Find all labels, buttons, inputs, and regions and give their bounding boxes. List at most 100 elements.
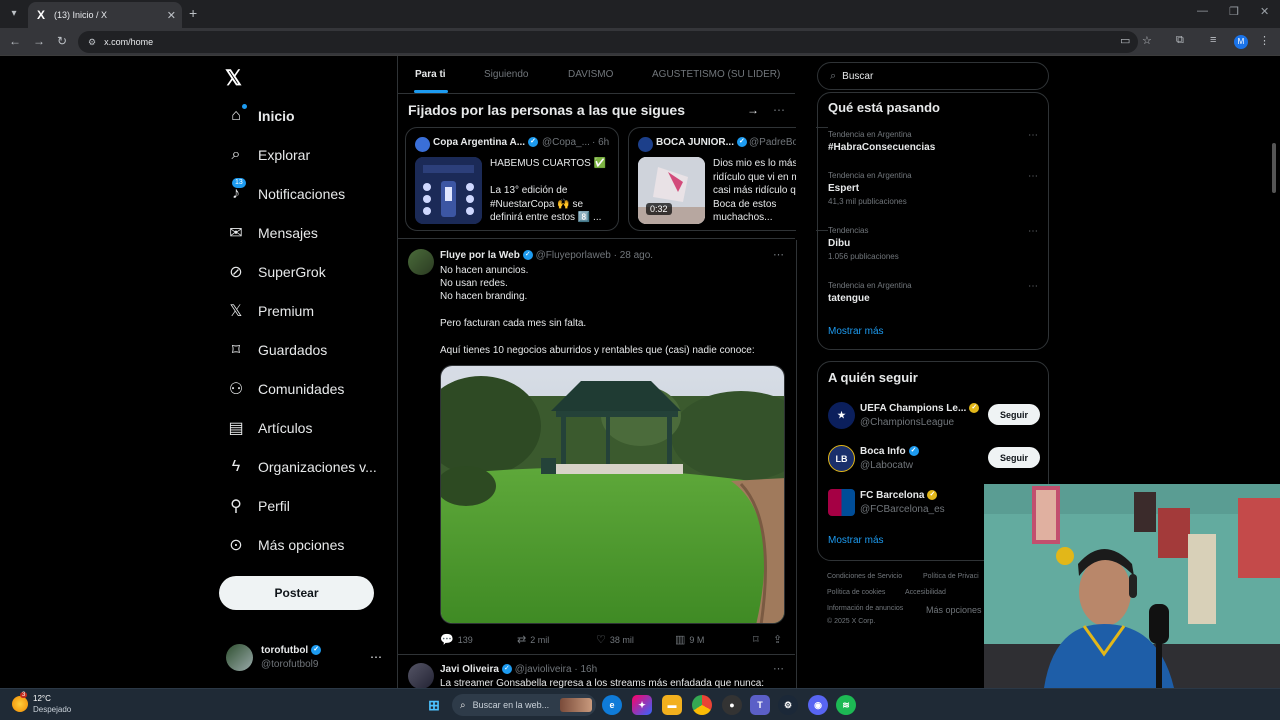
steam-icon[interactable]: ⚙ xyxy=(778,695,798,715)
tab-agustetismo[interactable]: AGUSTETISMO (SU LIDER) xyxy=(652,69,780,80)
reading-list-icon[interactable]: ≡ xyxy=(1210,34,1216,46)
views-button[interactable]: ▥ 9 M xyxy=(675,633,704,646)
show-more-link[interactable]: Mostrar más xyxy=(828,535,884,546)
show-more-link[interactable]: Mostrar más xyxy=(828,326,884,337)
bookmark-button[interactable]: ⌑ xyxy=(753,633,763,646)
follow-suggestion[interactable]: ★ UEFA Champions Le... ✓ @ChampionsLeague… xyxy=(828,402,1040,432)
taskbar-search[interactable]: ⌕ Buscar en la web... xyxy=(452,694,596,716)
x-logo-icon[interactable]: 𝕏 xyxy=(225,66,242,91)
sidebar-item-notificaciones[interactable]: ♪ 13 Notificaciones xyxy=(226,178,345,206)
video-thumbnail[interactable]: 0:32 xyxy=(638,157,705,224)
tweet-handle: @javioliveira xyxy=(514,664,572,675)
tab-davismo[interactable]: DAVISMO xyxy=(568,69,613,80)
tweet-image[interactable] xyxy=(440,365,785,624)
bookmark-star-icon[interactable]: ☆ xyxy=(1142,34,1152,47)
spotify-icon[interactable]: ≋ xyxy=(836,695,856,715)
more-icon[interactable]: ⋯ xyxy=(773,662,784,675)
search-icon: ⌕ xyxy=(830,69,837,82)
sidebar-item-label: Perfil xyxy=(258,498,290,514)
sidebar-item-inicio[interactable]: ⌂ Inicio xyxy=(226,104,295,128)
verified-icon: ✓ xyxy=(927,490,938,501)
more-icon[interactable]: ⋯ xyxy=(1028,281,1038,292)
file-explorer-icon[interactable]: ▬ xyxy=(662,695,682,715)
verified-icon: ✓ xyxy=(522,250,533,261)
avatar[interactable] xyxy=(408,249,434,275)
sidebar-item-más-opciones[interactable]: ⊙ Más opciones xyxy=(226,533,344,557)
address-bar[interactable]: ⚙ x.com/home xyxy=(78,31,1138,53)
bookmark-icon: ⌑ xyxy=(231,342,241,359)
account-switcher[interactable]: torofutbol ✓ @torofutbol9 ⋯ xyxy=(226,644,386,674)
restore-icon[interactable]: ❐ xyxy=(1229,5,1239,18)
tweet-time: · 16h xyxy=(574,664,598,675)
browser-tab[interactable]: X (13) Inicio / X ✕ xyxy=(28,2,182,28)
search-input[interactable]: ⌕ Buscar xyxy=(817,62,1049,90)
trend-item[interactable]: Tendencia en Argentina Espert 41,3 mil pub… xyxy=(828,171,1038,206)
tab-close-icon[interactable]: ✕ xyxy=(167,9,176,22)
more-icon[interactable]: ⋯ xyxy=(1028,226,1038,237)
search-icon: ⌕ xyxy=(460,699,466,711)
footer-link[interactable]: Condiciones de Servicio xyxy=(827,573,902,580)
footer-link[interactable]: Política de Privaci xyxy=(923,573,979,580)
home-icon: ⌂ xyxy=(226,104,247,126)
close-window-icon[interactable]: ✕ xyxy=(1260,5,1269,18)
footer-link[interactable]: Accesibilidad xyxy=(905,589,946,596)
sidebar-item-comunidades[interactable]: ⚇ Comunidades xyxy=(226,377,345,401)
post-button[interactable]: Postear xyxy=(219,576,374,610)
scrollbar[interactable] xyxy=(1272,143,1276,193)
tweet-author[interactable]: Javi Oliveira xyxy=(440,664,499,675)
cast-icon[interactable]: ▭ xyxy=(1120,34,1130,47)
chrome-icon[interactable] xyxy=(692,695,712,715)
follow-suggestion[interactable]: LB Boca Info ✓ @Labocatw Seguir xyxy=(828,445,1040,475)
sidebar-item-artículos[interactable]: ▤ Artículos xyxy=(226,416,312,440)
extensions-icon[interactable]: ⧉ xyxy=(1176,34,1184,47)
people-icon: ⚇ xyxy=(228,381,244,398)
profile-avatar[interactable]: M xyxy=(1234,35,1248,49)
tab-list-chevron-icon[interactable]: ▾ xyxy=(6,6,22,22)
edge-icon[interactable]: e xyxy=(602,695,622,715)
footer-link[interactable]: Política de cookies xyxy=(827,589,885,596)
tab-siguiendo[interactable]: Siguiendo xyxy=(484,69,528,80)
windows-start-icon[interactable]: ⊞ xyxy=(424,695,444,715)
copilot-icon[interactable]: ✦ xyxy=(632,695,652,715)
more-icon[interactable]: ⋯ xyxy=(773,248,784,261)
minimize-icon[interactable]: — xyxy=(1197,5,1208,17)
sidebar-item-organizaciones-v[interactable]: ϟ Organizaciones v... xyxy=(226,455,377,479)
sidebar-item-supergrok[interactable]: ⊘ SuperGrok xyxy=(226,260,325,284)
more-icon[interactable]: ⋯ xyxy=(1028,171,1038,182)
share-button[interactable]: ⇪ xyxy=(773,633,786,646)
repost-button[interactable]: ⇄ 2 mil xyxy=(517,633,549,646)
avatar: LB xyxy=(828,445,855,472)
pinned-card[interactable]: Copa Argentina A... ✓ @Copa_... · 6h HABE… xyxy=(405,127,619,231)
tweet-author[interactable]: Fluye por la Web xyxy=(440,250,520,261)
forward-icon[interactable]: → xyxy=(33,34,45,48)
sidebar-item-premium[interactable]: 𝕏 Premium xyxy=(226,299,314,323)
sidebar-item-explorar[interactable]: ⌕ Explorar xyxy=(226,143,311,167)
tab-para-ti[interactable]: Para ti xyxy=(415,69,446,80)
follow-button[interactable]: Seguir xyxy=(988,404,1040,425)
more-icon[interactable]: ⋯ xyxy=(773,103,785,117)
follow-button[interactable]: Seguir xyxy=(988,447,1040,468)
arrow-right-icon[interactable]: → xyxy=(747,103,759,117)
back-icon[interactable]: ← xyxy=(9,34,21,48)
avatar[interactable] xyxy=(408,663,434,689)
footer-link[interactable]: Información de anuncios xyxy=(827,605,903,612)
site-info-icon[interactable]: ⚙ xyxy=(88,37,96,48)
footer-link[interactable]: Más opciones xyxy=(926,605,982,615)
reply-button[interactable]: 💬 139 xyxy=(440,633,473,646)
like-button[interactable]: ♡ 38 mil xyxy=(596,633,634,646)
trend-item[interactable]: Tendencia en Argentina #HabraConsecuencia… xyxy=(828,130,1038,153)
teams-icon[interactable]: T xyxy=(750,695,770,715)
trend-item[interactable]: Tendencia en Argentina tatengue ⋯ xyxy=(828,281,1038,304)
discord-icon[interactable]: ◉ xyxy=(808,695,828,715)
more-icon[interactable]: ⋯ xyxy=(1028,130,1038,141)
sidebar-item-guardados[interactable]: ⌑ Guardados xyxy=(226,338,327,362)
trend-item[interactable]: Tendencias Dibu 1.056 publicaciones ⋯ xyxy=(828,226,1038,261)
weather-widget[interactable]: 3 12°C Despejado xyxy=(12,692,92,716)
sidebar-item-mensajes[interactable]: ✉ Mensajes xyxy=(226,221,318,245)
obs-icon[interactable]: ● xyxy=(722,695,742,715)
more-icon[interactable]: ⋯ xyxy=(370,650,382,664)
reload-icon[interactable]: ↻ xyxy=(57,34,67,48)
new-tab-icon[interactable]: + xyxy=(189,5,197,21)
browser-menu-icon[interactable]: ⋮ xyxy=(1259,34,1270,47)
sidebar-item-perfil[interactable]: ⚲ Perfil xyxy=(226,494,290,518)
